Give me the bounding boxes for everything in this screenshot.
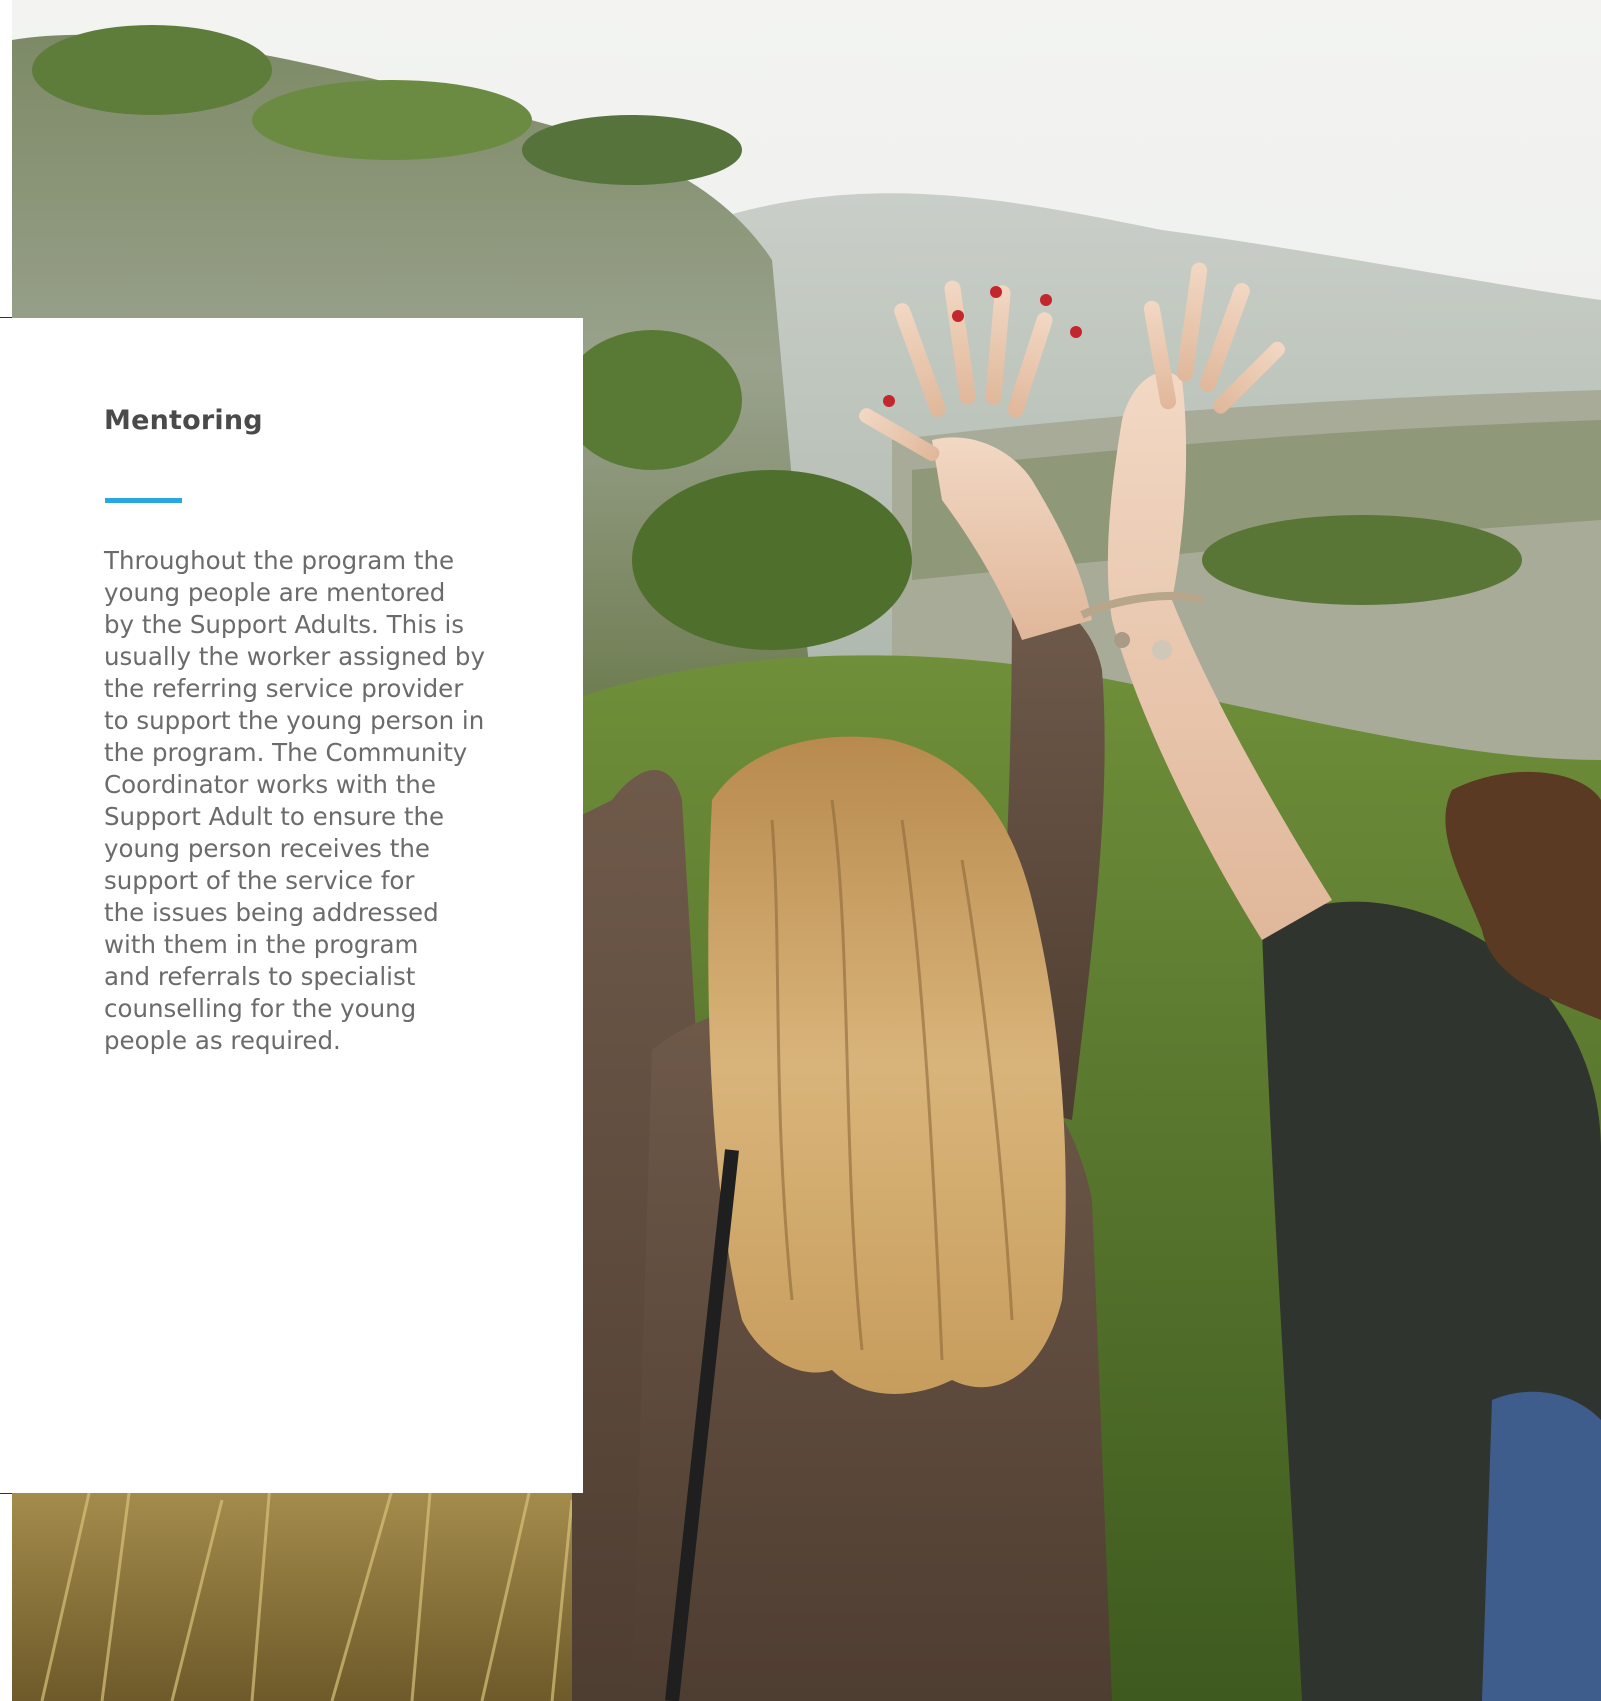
body-line: young people are mentored xyxy=(104,578,446,607)
body-line: Throughout the program the xyxy=(104,546,455,575)
body-line: Coordinator works with the xyxy=(104,770,436,799)
document-page: Mentoring Throughout the program the you… xyxy=(0,0,1601,1701)
body-line: the program. The Community xyxy=(104,738,468,767)
section-body: Throughout the program the young people … xyxy=(104,545,534,1057)
crop-mark-bottom xyxy=(0,1493,12,1494)
body-line: Support Adult to ensure the xyxy=(104,802,445,831)
body-line: usually the worker assigned by xyxy=(104,642,485,671)
body-line: young person receives the xyxy=(104,834,430,863)
body-line: people as required. xyxy=(104,1026,341,1055)
body-line: and referrals to specialist xyxy=(104,962,416,991)
body-line: support of the service for xyxy=(104,866,415,895)
body-line: the referring service provider xyxy=(104,674,464,703)
accent-rule xyxy=(105,498,182,503)
body-line: with them in the program xyxy=(104,930,419,959)
body-line: counselling for the young xyxy=(104,994,417,1023)
section-title: Mentoring xyxy=(104,405,263,436)
body-line: the issues being addressed xyxy=(104,898,439,927)
body-line: to support the young person in xyxy=(104,706,485,735)
body-line: by the Support Adults. This is xyxy=(104,610,465,639)
